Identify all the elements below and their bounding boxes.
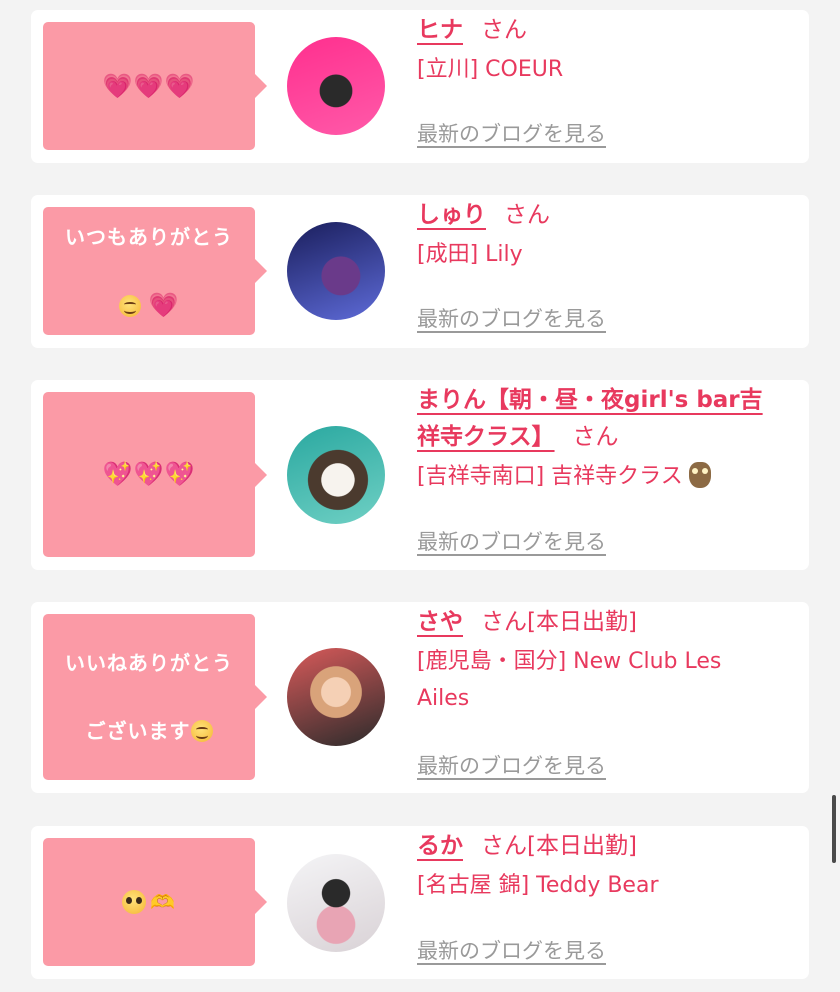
message-bubble: 🫶: [43, 838, 267, 966]
avatar[interactable]: [287, 648, 385, 746]
shop-location-text: [吉祥寺南口] 吉祥寺クラス: [417, 464, 683, 489]
honorific: さん: [481, 17, 527, 43]
girl-card: いつもありがとう 💗 しゅり さん [成田] Lily 最新のブログを見る: [31, 195, 809, 348]
honorific: さん: [572, 424, 619, 450]
latest-blog-link[interactable]: 最新のブログを見る: [417, 526, 606, 556]
message-text: いいねありがとう: [65, 651, 233, 675]
latest-blog-link[interactable]: 最新のブログを見る: [417, 118, 606, 148]
latest-blog-link[interactable]: 最新のブログを見る: [417, 750, 606, 780]
scrollbar[interactable]: [832, 795, 836, 863]
honorific: さん: [504, 202, 550, 228]
message-bubble: いつもありがとう 💗: [43, 207, 267, 335]
girl-name-link[interactable]: しゅり: [417, 202, 486, 228]
girl-card: 💖💖💖 まりん【朝・昼・夜girl's bar吉 祥寺クラス】 さん [吉祥寺南口…: [31, 380, 809, 570]
shop-location: [名古屋 錦] Teddy Bear: [417, 873, 659, 898]
shop-location: [成田] Lily: [417, 242, 523, 267]
girl-name-link[interactable]: るか: [417, 833, 463, 859]
message-bubble: 💖💖💖: [43, 392, 267, 557]
sparkling-heart-emoji-icon: 💖💖💖: [102, 460, 196, 488]
today-attendance-badge: [本日出勤]: [527, 833, 637, 859]
smile-emoji-icon: [118, 294, 141, 317]
heart-emoji-icon: 💗: [148, 290, 180, 319]
girl-name-link[interactable]: さや: [417, 609, 463, 635]
shop-location: [吉祥寺南口] 吉祥寺クラス: [417, 458, 799, 495]
smile-emoji-icon: [190, 720, 213, 742]
heart-hands-emoji-icon: 🫶: [150, 890, 176, 914]
girl-name-link-continued[interactable]: 祥寺クラス】: [417, 424, 555, 450]
shop-location: [鹿児島・国分] New Club Les Ailes: [417, 643, 799, 717]
avatar[interactable]: [287, 426, 385, 524]
latest-blog-link[interactable]: 最新のブログを見る: [417, 303, 606, 333]
girl-card: 💗💗💗 ヒナ さん [立川] COEUR 最新のブログを見る: [31, 10, 809, 163]
shop-location: [立川] COEUR: [417, 57, 564, 82]
latest-blog-link[interactable]: 最新のブログを見る: [417, 935, 606, 965]
shop-location-text: [鹿児島・国分] New Club Les: [417, 649, 722, 674]
avatar[interactable]: [287, 222, 385, 320]
girl-name-link[interactable]: ヒナ: [417, 17, 463, 43]
message-bubble: いいねありがとう ございます: [43, 614, 267, 780]
today-attendance-badge: [本日出勤]: [527, 609, 637, 635]
shop-location-text-continued: Ailes: [417, 686, 470, 711]
girl-card: 🫶 るか さん[本日出勤] [名古屋 錦] Teddy Bear 最新のブログを見…: [31, 826, 809, 979]
message-bubble: 💗💗💗: [43, 22, 267, 150]
pleading-face-emoji-icon: [122, 890, 147, 914]
avatar[interactable]: [287, 854, 385, 952]
honorific: さん: [481, 833, 527, 859]
avatar[interactable]: [287, 37, 385, 135]
heart-emoji-icon: 💗💗💗: [102, 71, 196, 100]
owl-emoji-icon: [688, 462, 711, 488]
girl-name-link[interactable]: まりん【朝・昼・夜girl's bar吉: [417, 387, 763, 413]
girl-card: いいねありがとう ございます さや さん[本日出勤] [鹿児島・国分] New C…: [31, 602, 809, 793]
message-text: いつもありがとう: [65, 224, 233, 249]
message-text-continued: ございます: [85, 719, 191, 743]
honorific: さん: [481, 609, 527, 635]
